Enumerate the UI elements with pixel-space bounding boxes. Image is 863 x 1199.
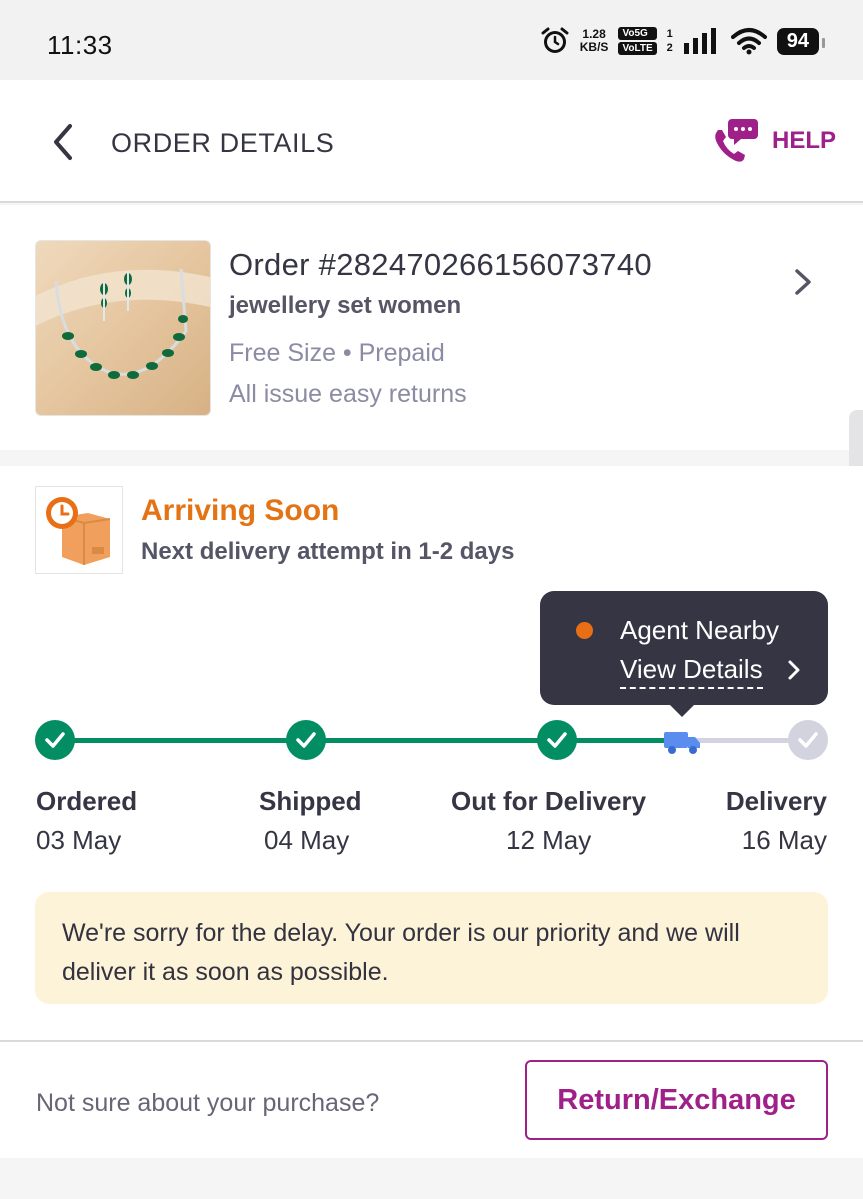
product-image — [35, 240, 211, 416]
check-icon — [798, 732, 818, 748]
step-ordered-check — [35, 720, 75, 760]
order-id: Order #282470266156073740 — [229, 247, 652, 282]
step-date-ordered: 03 May — [36, 825, 122, 855]
track-line-done — [55, 738, 675, 743]
step-label-delivery: Delivery — [725, 786, 827, 816]
purchase-prompt: Not sure about your purchase? — [36, 1089, 380, 1117]
check-icon — [296, 732, 316, 748]
delivery-truck-icon — [664, 732, 700, 754]
step-delivery-check — [788, 720, 828, 760]
jewellery-image — [36, 268, 210, 379]
check-icon — [547, 732, 567, 748]
delay-apology-note: We're sorry for the delay. Your order is… — [35, 892, 828, 1004]
step-label-ordered: Ordered — [36, 786, 138, 816]
order-summary-card[interactable]: Order #282470266156073740 jewellery set … — [0, 205, 863, 450]
network-type: Vo5G VoLTE — [618, 27, 657, 55]
bottom-action-bar: Not sure about your purchase? Return/Exc… — [0, 1040, 863, 1158]
network-speed: 1.28 KB/S — [580, 28, 609, 54]
step-shipped-check — [286, 720, 326, 760]
product-name: jewellery set women — [229, 292, 462, 319]
status-subtitle: Next delivery attempt in 1-2 days — [141, 538, 515, 565]
order-meta: Free Size • Prepaid — [229, 339, 445, 367]
help-label: HELP — [772, 127, 837, 154]
chevron-right-icon — [788, 660, 800, 680]
battery-indicator: 94 — [776, 27, 826, 55]
help-button[interactable]: HELP — [712, 117, 836, 165]
sim-2: 2 — [666, 42, 673, 54]
check-icon — [45, 732, 65, 748]
step-out-for-delivery-check — [537, 720, 577, 760]
signal-icon — [683, 28, 716, 54]
step-label-out-for-delivery: Out for Delivery — [451, 786, 647, 816]
net-bottom-badge: VoLTE — [618, 42, 657, 55]
step-label-shipped: Shipped — [259, 786, 362, 816]
view-details-link[interactable]: View Details — [620, 654, 763, 689]
step-date-shipped: 04 May — [264, 825, 350, 855]
back-button[interactable] — [44, 120, 84, 164]
status-time: 11:33 — [47, 30, 113, 60]
alarm-icon — [541, 27, 569, 53]
status-icon-box — [35, 486, 123, 574]
sim-indicator: 1 2 — [667, 27, 673, 55]
delivery-status-card: Arriving Soon Next delivery attempt in 1… — [0, 466, 863, 1040]
status-icons: 1.28 KB/S Vo5G VoLTE 1 2 94 — [540, 26, 826, 56]
agent-title: Agent Nearby — [620, 615, 779, 645]
agent-status-dot — [576, 622, 593, 639]
package-clock-icon — [46, 497, 111, 565]
support-chat-icon — [715, 119, 758, 162]
page-title: ORDER DETAILS — [111, 128, 335, 158]
sim-1: 1 — [666, 28, 673, 40]
status-title: Arriving Soon — [141, 494, 340, 527]
net-top-badge: Vo5G — [618, 27, 657, 40]
wifi-icon — [730, 28, 767, 55]
chevron-right-icon — [795, 269, 811, 295]
chevron-left-icon — [54, 124, 72, 160]
speed-unit: KB/S — [579, 40, 609, 54]
agent-nearby-tooltip[interactable]: Agent Nearby View Details — [540, 591, 828, 717]
returns-info: All issue easy returns — [229, 380, 467, 408]
status-bar: 11:33 1.28 KB/S Vo5G VoLTE 1 2 94 — [0, 0, 863, 80]
step-date-delivery: 16 May — [741, 825, 827, 855]
step-date-out-for-delivery: 12 May — [506, 825, 592, 855]
return-exchange-button[interactable]: Return/Exchange — [525, 1060, 828, 1140]
app-header: ORDER DETAILS HELP — [0, 80, 863, 203]
order-details-chevron[interactable] — [790, 267, 816, 297]
